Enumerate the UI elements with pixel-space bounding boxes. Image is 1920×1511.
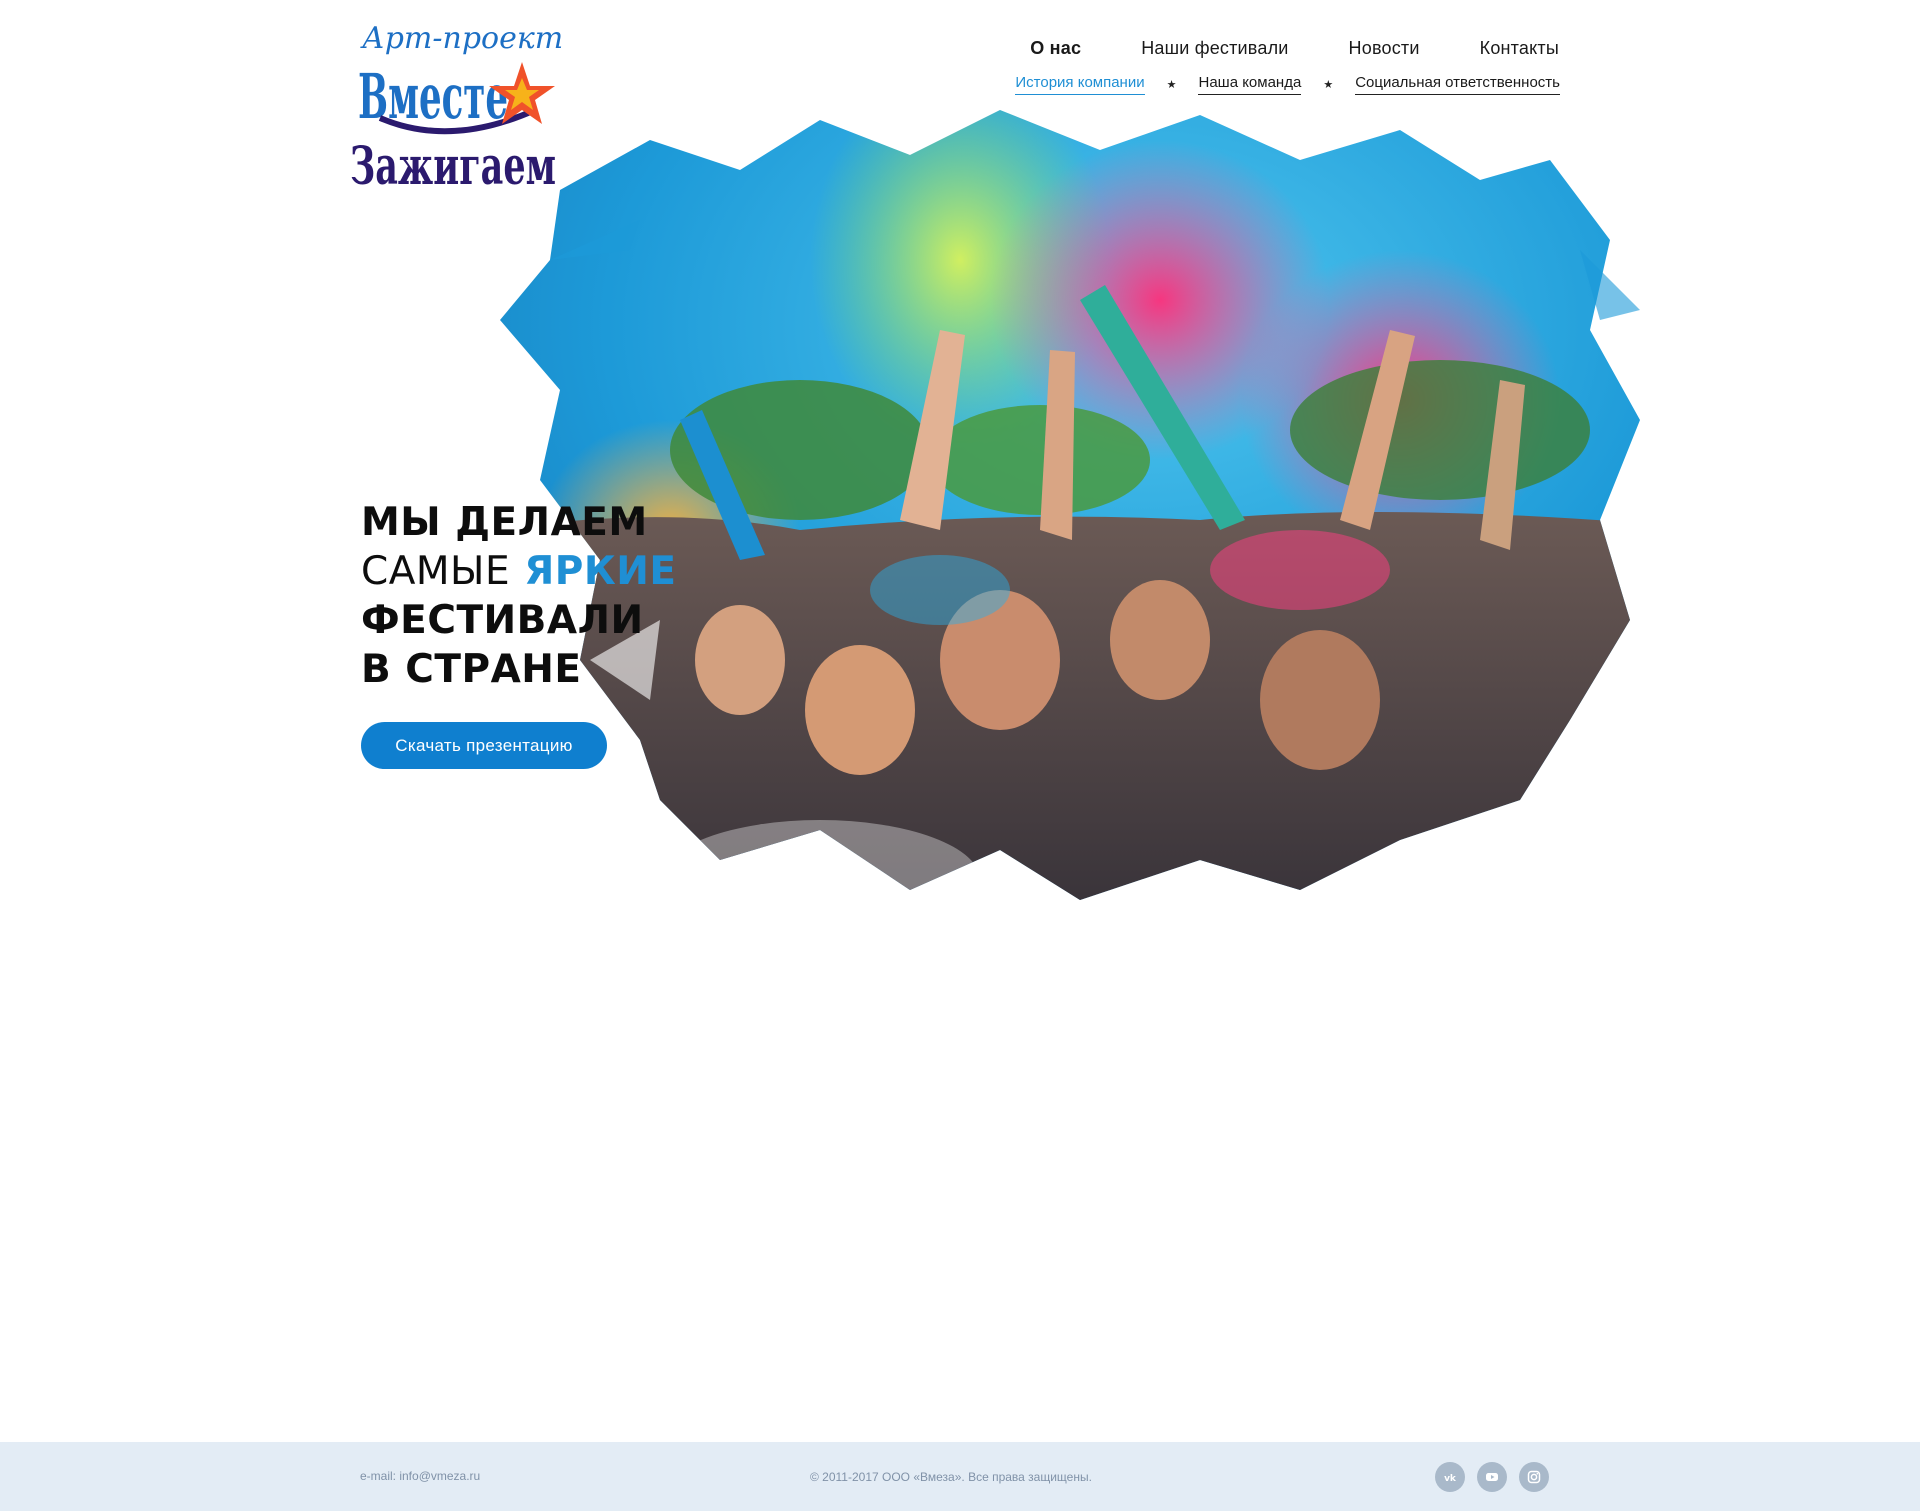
star-icon: ★ — [1323, 79, 1334, 91]
download-presentation-button[interactable]: Скачать презентацию — [361, 722, 607, 769]
nav-item-contacts[interactable]: Контакты — [1480, 38, 1559, 59]
footer: e-mail: info@vmeza.ru © 2011-2017 ООО «В… — [0, 1442, 1920, 1511]
sub-nav: История компании ★ Наша команда ★ Социал… — [1015, 74, 1560, 95]
footer-email[interactable]: e-mail: info@vmeza.ru — [360, 1469, 480, 1483]
main-nav: О нас Наши фестивали Новости Контакты — [1030, 38, 1559, 59]
youtube-icon[interactable] — [1477, 1462, 1507, 1492]
logo-line1: Арт-проект — [360, 21, 563, 56]
nav-item-festivals[interactable]: Наши фестивали — [1141, 38, 1288, 59]
subnav-item-history[interactable]: История компании — [1015, 74, 1145, 95]
svg-text:vk: vk — [1444, 1474, 1457, 1484]
star-icon: ★ — [1166, 79, 1177, 91]
nav-item-news[interactable]: Новости — [1349, 38, 1420, 59]
hero-line-2b: ЯРКИЕ — [524, 549, 677, 594]
hero-headline: МЫ ДЕЛАЕМ САМЫЕ ЯРКИЕ ФЕСТИВАЛИ В СТРАНЕ — [361, 498, 676, 694]
footer-copyright: © 2011-2017 ООО «Вмеза». Все права защищ… — [810, 1470, 1092, 1484]
hero-line-3: ФЕСТИВАЛИ — [361, 598, 644, 643]
instagram-icon[interactable] — [1519, 1462, 1549, 1492]
subnav-item-social-responsibility[interactable]: Социальная ответственность — [1355, 74, 1560, 95]
nav-item-about[interactable]: О нас — [1030, 38, 1081, 59]
hero-line-1: МЫ ДЕЛАЕМ — [361, 500, 648, 545]
social-links: vk — [1435, 1462, 1549, 1492]
subnav-item-team[interactable]: Наша команда — [1198, 74, 1302, 95]
hero-line-4: В СТРАНЕ — [361, 647, 582, 692]
hero-line-2a: САМЫЕ — [361, 549, 511, 594]
vk-icon[interactable]: vk — [1435, 1462, 1465, 1492]
